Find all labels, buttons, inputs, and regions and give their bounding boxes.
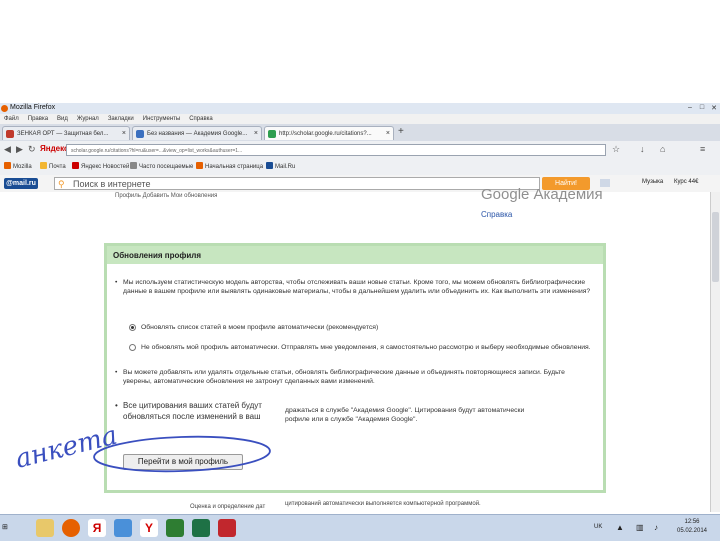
language-indicator[interactable]: UK <box>594 524 602 530</box>
yandex-browser-icon[interactable]: Y <box>140 519 158 537</box>
annotation-circle-mark <box>93 435 271 473</box>
app-icon[interactable] <box>166 519 184 537</box>
powerpoint-icon[interactable] <box>218 519 236 537</box>
yandex-icon[interactable]: Я <box>88 519 106 537</box>
explorer-icon[interactable] <box>36 519 54 537</box>
handwritten-annotation: анкета <box>12 421 271 475</box>
volume-icon[interactable]: ♪ <box>654 523 658 532</box>
windows-taskbar: ⊞ Я Y UK ▲ ▥ ♪ 12:56 05.02.2014 <box>0 514 720 541</box>
clock-date: 05.02.2014 <box>676 528 708 534</box>
annotation-text: анкета <box>12 421 120 475</box>
firefox-taskbar-icon[interactable] <box>62 519 80 537</box>
tray-arrow-icon[interactable]: ▲ <box>616 523 624 532</box>
excel-icon[interactable] <box>192 519 210 537</box>
media-icon[interactable] <box>114 519 132 537</box>
system-clock[interactable]: 12:56 05.02.2014 <box>672 518 712 536</box>
network-icon[interactable]: ▥ <box>636 523 644 532</box>
start-button[interactable]: ⊞ <box>2 520 28 536</box>
clock-time: 12:56 <box>684 519 700 525</box>
